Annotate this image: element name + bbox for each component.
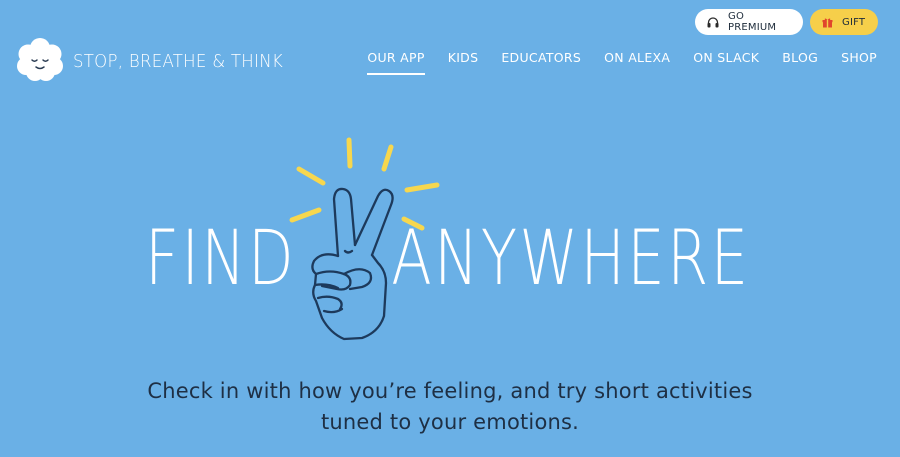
cloud-face-icon	[15, 34, 65, 88]
headphones-icon	[707, 16, 719, 28]
go-premium-label: GO PREMIUM	[728, 11, 777, 33]
top-buttons: GO PREMIUM GIFT	[695, 9, 878, 35]
nav-item-blog[interactable]: BLOG	[782, 50, 818, 73]
headline-word-right: ANYWHERE	[390, 213, 750, 302]
hero-subtext-line-1: Check in with how you’re feeling, and tr…	[147, 379, 753, 403]
gift-icon	[822, 17, 833, 28]
go-premium-button[interactable]: GO PREMIUM	[695, 9, 803, 35]
nav-item-kids[interactable]: KIDS	[448, 50, 479, 73]
nav-item-shop[interactable]: SHOP	[841, 50, 877, 73]
gift-button[interactable]: GIFT	[810, 9, 878, 35]
hero-subtext: Check in with how you’re feeling, and tr…	[0, 376, 900, 438]
headline-word-left: FIND	[145, 213, 296, 302]
nav-item-our-app[interactable]: OUR APP	[367, 50, 426, 75]
brand-name: STOP, BREATHE & THINK	[73, 50, 284, 72]
main-nav: OUR APP KIDS EDUCATORS ON ALEXA ON SLACK…	[367, 50, 877, 75]
nav-item-educators[interactable]: EDUCATORS	[501, 50, 581, 73]
nav-item-on-alexa[interactable]: ON ALEXA	[604, 50, 670, 73]
brand-logo[interactable]: STOP, BREATHE & THINK	[15, 34, 301, 88]
hero-subtext-line-2: tuned to your emotions.	[320, 410, 580, 434]
nav-item-on-slack[interactable]: ON SLACK	[693, 50, 759, 73]
gift-label: GIFT	[842, 16, 866, 28]
